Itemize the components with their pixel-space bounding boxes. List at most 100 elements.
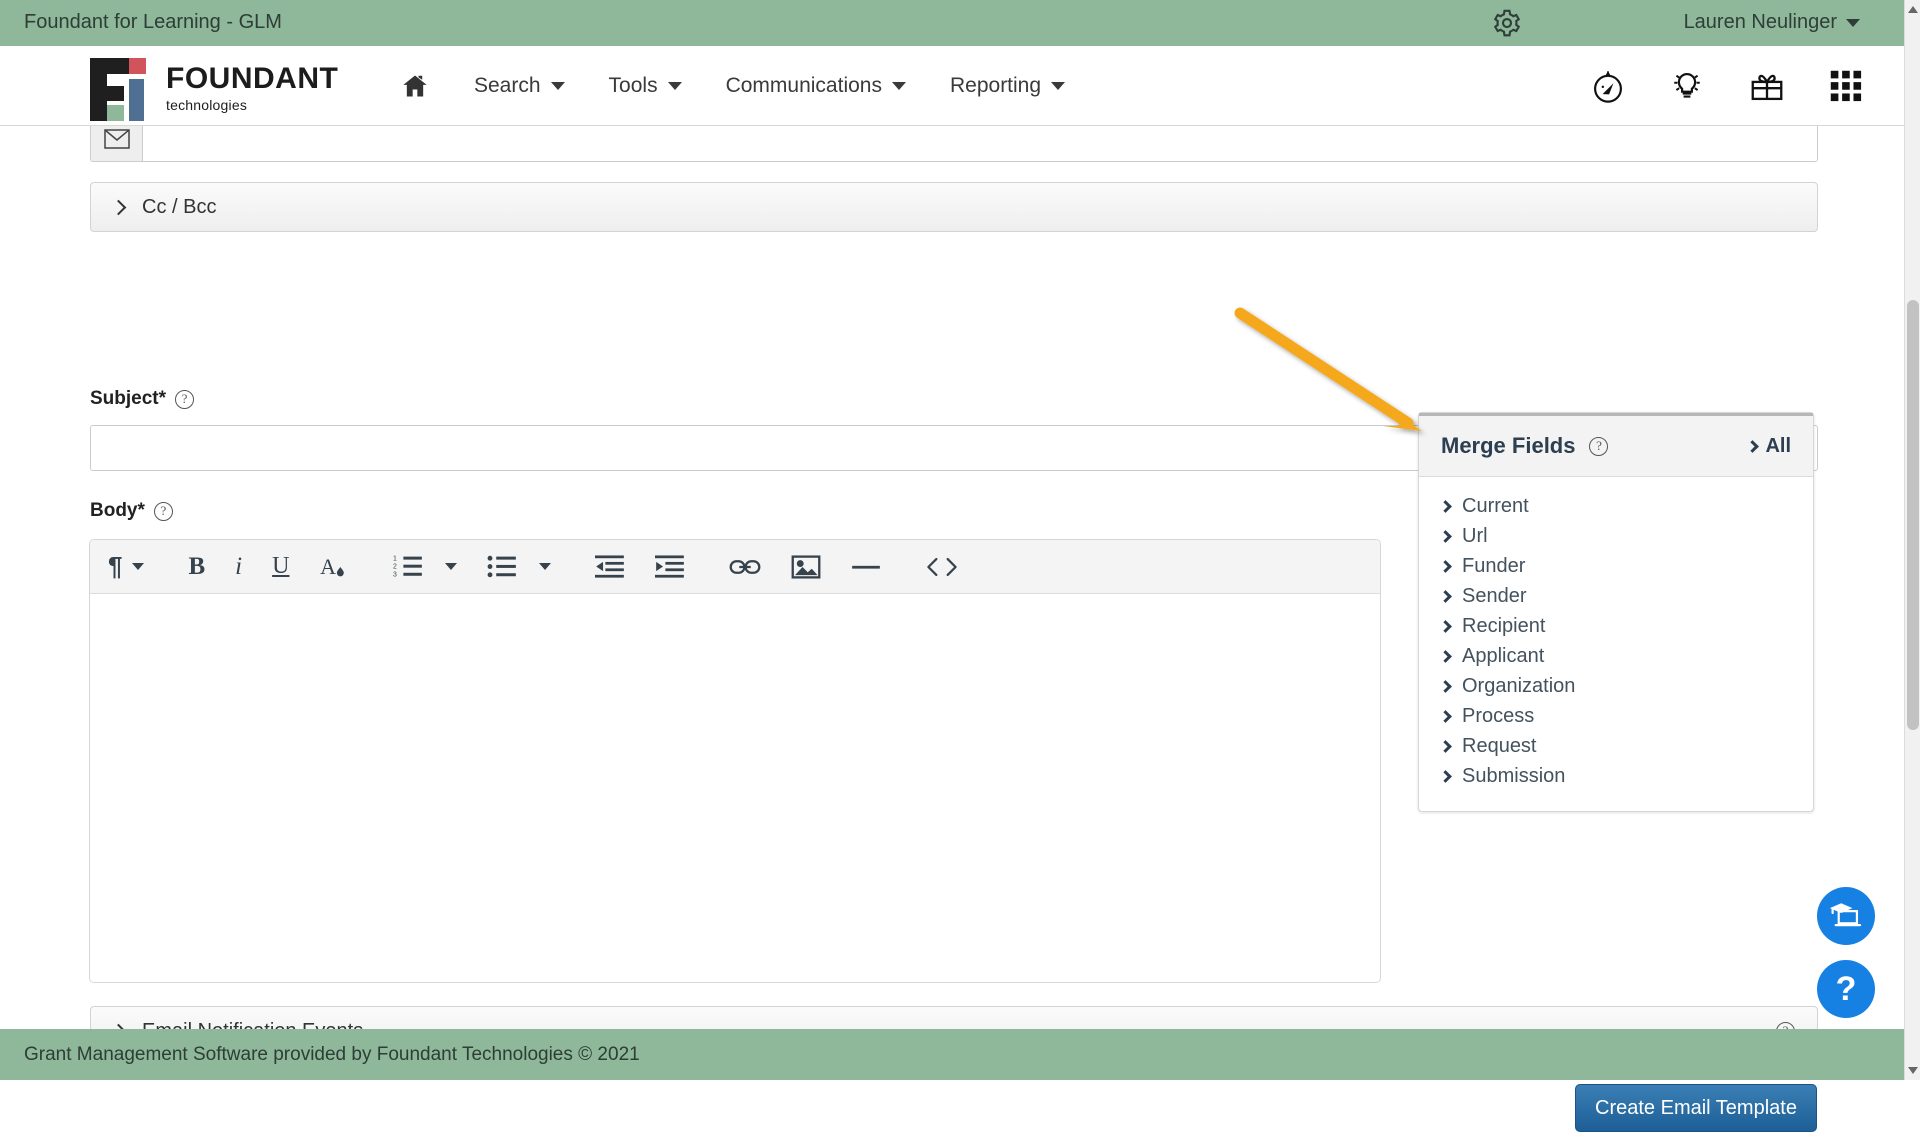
svg-text:1: 1 — [393, 555, 397, 562]
body-label: Body* — [90, 500, 145, 522]
scroll-down-arrow-icon[interactable] — [1908, 1067, 1918, 1074]
merge-field-funder[interactable]: Funder — [1441, 551, 1813, 581]
merge-field-sender[interactable]: Sender — [1441, 581, 1813, 611]
gear-icon[interactable] — [1492, 8, 1522, 43]
bullet-list-caret-icon[interactable] — [539, 563, 551, 570]
logo-primary-text: FOUNDANT — [166, 64, 338, 94]
body-help-icon[interactable]: ? — [154, 502, 173, 521]
help-fab[interactable]: ? — [1817, 960, 1875, 1018]
create-email-template-button[interactable]: Create Email Template — [1575, 1084, 1817, 1132]
scrollbar-thumb[interactable] — [1907, 300, 1919, 730]
learning-center-fab[interactable] — [1817, 887, 1875, 945]
lightbulb-icon[interactable] — [1668, 67, 1706, 105]
merge-fields-all-label: All — [1765, 435, 1791, 458]
merge-field-organization[interactable]: Organization — [1441, 671, 1813, 701]
chevron-right-icon — [1439, 560, 1452, 573]
merge-field-label: Current — [1462, 495, 1529, 518]
subject-help-icon[interactable]: ? — [175, 390, 194, 409]
underline-icon[interactable]: U — [272, 547, 289, 587]
chevron-down-icon — [551, 82, 565, 90]
merge-field-label: Funder — [1462, 555, 1525, 578]
chevron-down-icon — [1051, 82, 1065, 90]
merge-fields-help-icon[interactable]: ? — [1589, 437, 1608, 456]
text-color-icon[interactable]: A — [319, 547, 349, 587]
code-view-icon[interactable] — [925, 547, 959, 587]
merge-field-recipient[interactable]: Recipient — [1441, 611, 1813, 641]
nav-item-label: Tools — [609, 74, 658, 98]
compass-icon[interactable] — [1590, 67, 1626, 105]
user-name: Lauren Neulinger — [1684, 11, 1837, 34]
chevron-right-icon — [1439, 770, 1452, 783]
merge-field-label: Request — [1462, 735, 1537, 758]
chevron-right-icon — [1439, 650, 1452, 663]
svg-text:A: A — [321, 553, 337, 578]
chevron-right-icon — [1439, 620, 1452, 633]
foundant-logo-text: FOUNDANT technologies — [166, 64, 338, 112]
horizontal-rule-icon[interactable] — [851, 547, 881, 587]
chevron-down-icon — [892, 82, 906, 90]
merge-field-current[interactable]: Current — [1441, 491, 1813, 521]
subject-label: Subject* — [90, 388, 166, 410]
merge-field-process[interactable]: Process — [1441, 701, 1813, 731]
image-icon[interactable] — [791, 547, 821, 587]
indent-icon[interactable] — [655, 547, 685, 587]
merge-fields-title: Merge Fields — [1441, 433, 1575, 459]
merge-field-label: Organization — [1462, 675, 1575, 698]
chevron-right-icon — [1439, 710, 1452, 723]
merge-field-request[interactable]: Request — [1441, 731, 1813, 761]
svg-text:2: 2 — [393, 563, 397, 570]
merge-field-label: Process — [1462, 705, 1534, 728]
italic-icon[interactable]: i — [235, 547, 242, 587]
bold-icon[interactable]: B — [188, 547, 205, 587]
chevron-right-icon — [1439, 530, 1452, 543]
app-title: Foundant for Learning - GLM — [24, 11, 282, 34]
merge-fields-header: Merge Fields ? All — [1419, 413, 1813, 477]
merge-field-label: Recipient — [1462, 615, 1545, 638]
footer-text: Grant Management Software provided by Fo… — [24, 1044, 640, 1066]
nav-item-reporting[interactable]: Reporting — [950, 74, 1065, 98]
paragraph-format-caret-icon[interactable] — [132, 563, 144, 570]
page-footer: Grant Management Software provided by Fo… — [0, 1029, 1920, 1080]
numbered-list-icon[interactable]: 1 2 3 — [393, 547, 423, 587]
main-navbar: FOUNDANT technologies Search Tools Commu… — [0, 46, 1904, 126]
merge-field-label: Sender — [1462, 585, 1527, 608]
foundant-logo[interactable]: FOUNDANT technologies — [90, 55, 338, 121]
page-scrollbar[interactable] — [1904, 0, 1920, 1080]
bullet-list-icon[interactable] — [487, 547, 517, 587]
merge-field-label: Submission — [1462, 765, 1565, 788]
chevron-right-icon — [1439, 680, 1452, 693]
home-icon[interactable] — [400, 72, 430, 100]
chevron-right-icon — [111, 199, 127, 215]
chevron-down-icon — [668, 82, 682, 90]
nav-item-label: Search — [474, 74, 541, 98]
merge-field-submission[interactable]: Submission — [1441, 761, 1813, 791]
nav-item-tools[interactable]: Tools — [609, 74, 682, 98]
create-email-template-label: Create Email Template — [1595, 1097, 1797, 1120]
merge-field-label: Url — [1462, 525, 1488, 548]
nav-item-label: Communications — [726, 74, 882, 98]
chevron-right-icon — [1439, 740, 1452, 753]
apps-grid-icon[interactable] — [1828, 68, 1864, 104]
chevron-right-icon — [1747, 440, 1760, 453]
paragraph-format-icon[interactable]: ¶ — [108, 547, 122, 587]
subject-label-group: Subject* ? — [90, 388, 194, 410]
nav-item-search[interactable]: Search — [474, 74, 565, 98]
scroll-up-arrow-icon[interactable] — [1908, 6, 1918, 13]
cc-bcc-collapse-bar[interactable]: Cc / Bcc — [90, 182, 1818, 232]
body-editor-canvas[interactable] — [90, 594, 1380, 983]
merge-field-label: Applicant — [1462, 645, 1544, 668]
outdent-icon[interactable] — [595, 547, 625, 587]
help-fab-label: ? — [1836, 970, 1857, 1009]
user-menu[interactable]: Lauren Neulinger — [1684, 11, 1860, 34]
merge-field-applicant[interactable]: Applicant — [1441, 641, 1813, 671]
merge-fields-all-button[interactable]: All — [1748, 435, 1791, 458]
merge-field-url[interactable]: Url — [1441, 521, 1813, 551]
link-icon[interactable] — [729, 547, 761, 587]
chevron-right-icon — [1439, 590, 1452, 603]
editor-toolbar: ¶ B i U A 1 — [90, 540, 1380, 594]
nav-item-label: Reporting — [950, 74, 1041, 98]
nav-item-communications[interactable]: Communications — [726, 74, 906, 98]
merge-fields-list: Current Url Funder Sender Recipient Appl… — [1419, 477, 1813, 791]
gift-icon[interactable] — [1748, 68, 1786, 104]
numbered-list-caret-icon[interactable] — [445, 563, 457, 570]
